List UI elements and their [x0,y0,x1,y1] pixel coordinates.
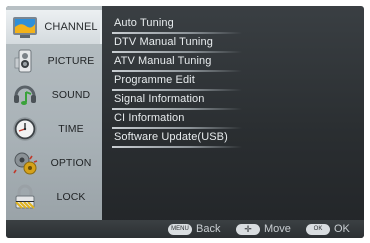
channel-icon [13,17,37,38]
menu-item-dtv-manual-tuning[interactable]: DTV Manual Tuning [110,35,350,54]
menu-item-underline [112,127,242,129]
sidebar-item-time[interactable]: TIME [6,112,102,146]
sidebar-item-label: LOCK [56,191,86,203]
sidebar-item-label: CHANNEL [44,21,98,33]
sound-icon [14,85,36,105]
menu-item-underline [112,51,242,53]
menu-item-label: DTV Manual Tuning [114,36,213,48]
menu-item-atv-manual-tuning[interactable]: ATV Manual Tuning [110,54,350,73]
dpad-icon: ✛ [236,223,260,235]
sidebar-item-label: TIME [58,123,84,135]
bottom-hint-bar: MENU Back ✛ Move OK OK [6,220,364,238]
sidebar-item-option[interactable]: OPTION [6,146,102,180]
ok-label: OK [334,223,350,235]
tv-menu-screen: CHANNEL PICTURE SOUND TIME OPTION LOCK A… [0,0,370,243]
menu-item-label: CI Information [114,112,185,124]
menu-item-underline [112,32,242,34]
menu-item-auto-tuning[interactable]: Auto Tuning [110,16,350,35]
menu-item-programme-edit[interactable]: Programme Edit [110,73,350,92]
menu-key-icon: MENU [168,223,192,235]
lock-icon [15,184,35,209]
sidebar-item-channel[interactable]: CHANNEL [6,10,102,44]
menu-item-underline [112,70,242,72]
move-label: Move [264,223,291,235]
back-label: Back [196,223,221,235]
move-hint[interactable]: ✛ Move [236,222,291,236]
menu-frame: CHANNEL PICTURE SOUND TIME OPTION LOCK A… [6,6,364,238]
menu-item-label: Signal Information [114,93,205,105]
sidebar-item-label: OPTION [50,157,92,169]
sidebar-item-picture[interactable]: PICTURE [6,44,102,78]
sidebar-item-lock[interactable]: LOCK [6,180,102,214]
menu-item-label: Software Update(USB) [114,131,228,143]
sidebar: CHANNEL PICTURE SOUND TIME OPTION LOCK [6,6,102,220]
menu-item-label: Auto Tuning [114,17,174,29]
sidebar-item-sound[interactable]: SOUND [6,78,102,112]
menu-item-underline [112,108,242,110]
menu-item-ci-information[interactable]: CI Information [110,111,350,130]
menu-item-underline [112,89,242,91]
menu-item-underline [112,146,242,148]
menu-item-software-update-usb[interactable]: Software Update(USB) [110,130,350,149]
ok-hint[interactable]: OK OK [306,222,350,236]
option-icon [13,152,38,175]
sidebar-item-label: PICTURE [47,55,95,67]
menu-item-label: Programme Edit [114,74,195,86]
channel-menu: Auto Tuning DTV Manual Tuning ATV Manual… [110,14,360,214]
ok-key-icon: OK [306,223,330,235]
sidebar-item-label: SOUND [51,89,91,101]
picture-icon [14,49,32,73]
back-hint[interactable]: MENU Back [168,222,220,236]
time-icon [13,117,37,141]
menu-item-signal-information[interactable]: Signal Information [110,92,350,111]
menu-item-label: ATV Manual Tuning [114,55,212,67]
